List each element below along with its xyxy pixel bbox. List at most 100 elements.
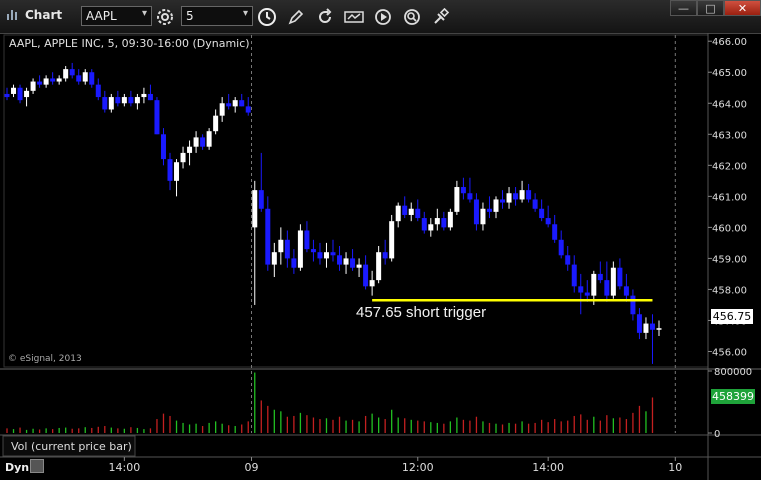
current-price-badge: 456.75 xyxy=(711,309,753,324)
candle-body xyxy=(630,295,636,315)
candle-body xyxy=(343,258,349,265)
candle-body xyxy=(82,72,88,82)
candle-body xyxy=(363,264,369,287)
symbol-input[interactable]: AAPL ▾ xyxy=(81,6,152,26)
candle-body xyxy=(591,273,597,296)
candle-body xyxy=(415,208,421,219)
link-icon xyxy=(434,7,450,24)
candle-body xyxy=(402,205,408,215)
interval-input[interactable]: 5 ▾ xyxy=(181,6,253,26)
candle-body xyxy=(232,100,238,107)
price-tick-label: 460.00 xyxy=(712,223,747,234)
candle-body xyxy=(219,103,225,116)
candle-body xyxy=(121,97,127,104)
candle-body xyxy=(441,218,447,228)
candle-body xyxy=(252,190,258,228)
price-tick-label: 465.00 xyxy=(712,68,747,79)
candle-body xyxy=(174,162,180,181)
candle-body xyxy=(76,75,82,82)
candle-body xyxy=(11,87,17,94)
candle-body xyxy=(297,230,303,268)
candle-body xyxy=(656,328,662,330)
candle-body xyxy=(284,239,290,259)
price-tick-label: 461.00 xyxy=(712,192,747,203)
symbol-description: AAPL, APPLE INC, 5, 09:30-16:00 (Dynamic… xyxy=(9,37,250,50)
clock-icon xyxy=(258,7,276,26)
search-button[interactable] xyxy=(401,6,423,27)
candle-body xyxy=(245,106,251,113)
candle-body xyxy=(258,190,264,209)
candle-body xyxy=(102,97,108,110)
time-tick-label: 14:00 xyxy=(109,461,141,474)
price-tick-label: 464.00 xyxy=(712,99,747,110)
candle-body xyxy=(408,208,414,215)
candle-body xyxy=(356,264,362,268)
candle-body xyxy=(519,190,525,200)
candle-body xyxy=(37,81,43,85)
candle-body xyxy=(226,103,232,107)
close-button[interactable]: ✕ xyxy=(724,0,761,16)
candle-body xyxy=(571,264,577,287)
candle-body xyxy=(376,252,382,281)
candle-body xyxy=(552,224,558,240)
price-candles xyxy=(4,62,662,364)
candle-body xyxy=(17,87,23,101)
interval-clock-button[interactable] xyxy=(256,6,278,27)
candle-body xyxy=(369,280,375,287)
candle-body xyxy=(545,218,551,225)
time-tick-label: 14:00 xyxy=(532,461,564,474)
price-tick-label: 456.00 xyxy=(712,347,747,358)
candle-body xyxy=(421,218,427,231)
candle-body xyxy=(141,93,147,98)
candle-body xyxy=(128,97,134,104)
price-tick-label: 458.00 xyxy=(712,285,747,296)
candle-body xyxy=(304,230,310,250)
candle-body xyxy=(467,193,473,200)
trigger-annotation: 457.65 short trigger xyxy=(356,304,487,321)
candle-body xyxy=(500,199,506,203)
candle-body xyxy=(337,255,343,265)
symbol-settings-button[interactable] xyxy=(154,6,176,27)
play-icon xyxy=(375,8,391,25)
maximize-button[interactable]: □ xyxy=(697,0,724,16)
volume-tick-label: 0 xyxy=(714,429,720,440)
search-icon xyxy=(404,8,420,25)
study-button[interactable] xyxy=(343,6,365,27)
candle-body xyxy=(649,323,655,330)
chevron-down-icon[interactable]: ▾ xyxy=(243,8,248,19)
candle-body xyxy=(56,78,62,82)
link-button[interactable] xyxy=(430,6,452,27)
volume-tick-label: 800000 xyxy=(714,367,752,378)
candle-body xyxy=(167,159,173,181)
time-axis[interactable]: 14:00 09 12:00 14:00 10 xyxy=(109,457,683,474)
chart-canvas[interactable]: 466.00 465.00 464.00 463.00 462.00 461.00 460.… xyxy=(0,33,761,480)
play-button[interactable] xyxy=(372,6,394,27)
price-tick-label: 466.00 xyxy=(712,37,747,48)
candle-body xyxy=(617,267,623,287)
candle-body xyxy=(526,190,532,200)
current-volume-badge: 458399 xyxy=(711,389,755,404)
symbol-value: AAPL xyxy=(86,9,117,23)
candle-body xyxy=(310,249,316,253)
candle-body xyxy=(350,258,356,268)
candle-body xyxy=(291,258,297,268)
price-tick-label: 463.00 xyxy=(712,130,747,141)
dynamic-mode-label: Dyn xyxy=(5,461,30,474)
candle-body xyxy=(486,208,492,212)
candle-body xyxy=(447,211,453,228)
candle-body xyxy=(330,252,336,256)
candle-body xyxy=(160,134,166,160)
candle-body xyxy=(623,286,629,296)
candle-body xyxy=(154,100,160,135)
candle-body xyxy=(239,100,245,107)
draw-tool-button[interactable] xyxy=(285,6,307,27)
dynamic-mode-icon[interactable] xyxy=(30,459,44,473)
candle-body xyxy=(193,137,199,147)
chevron-down-icon[interactable]: ▾ xyxy=(142,8,147,19)
time-tick-label: 10 xyxy=(668,461,682,474)
refresh-button[interactable] xyxy=(314,6,336,27)
minimize-button[interactable]: — xyxy=(670,0,697,16)
candle-body xyxy=(206,131,212,147)
price-tick-label: 459.00 xyxy=(712,254,747,265)
time-tick-label: 09 xyxy=(245,461,259,474)
